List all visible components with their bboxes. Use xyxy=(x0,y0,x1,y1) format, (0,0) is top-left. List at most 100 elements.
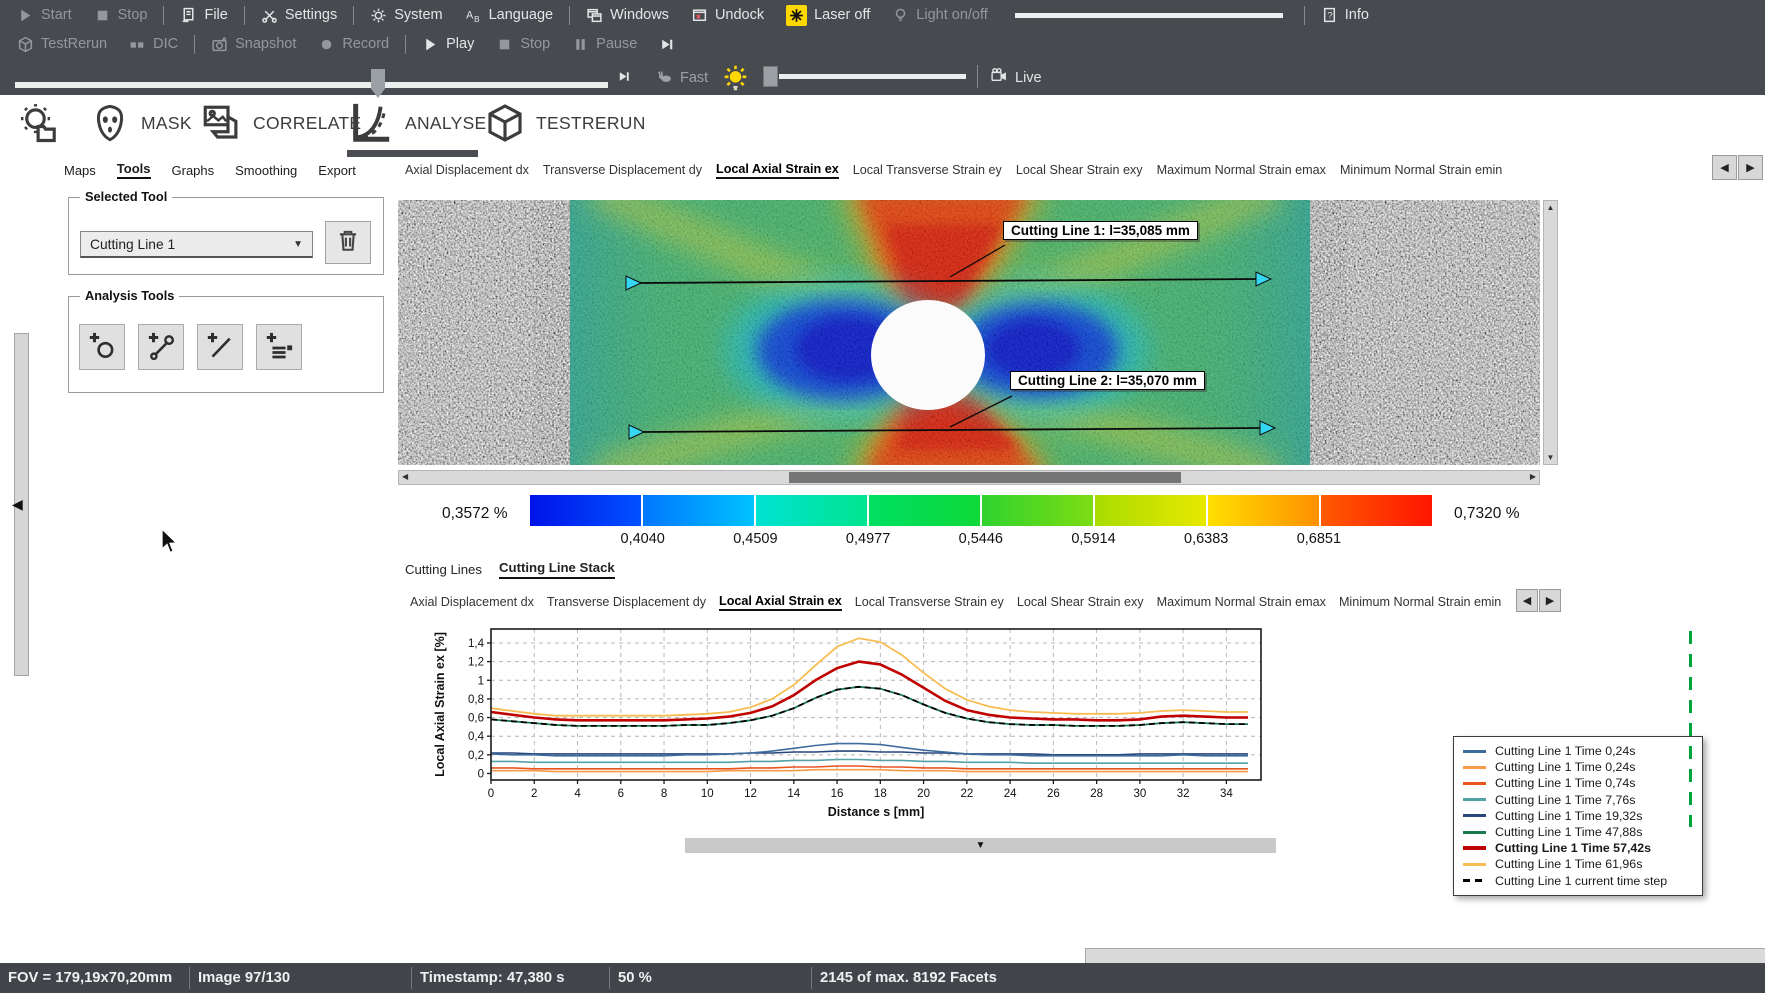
map-tab-maximum-normal-strain-emax[interactable]: Maximum Normal Strain emax xyxy=(1157,163,1326,177)
chart-tab-maximum-normal-strain-emax[interactable]: Maximum Normal Strain emax xyxy=(1157,595,1326,609)
workflow-step-analyse[interactable]: ANALYSE xyxy=(348,100,487,146)
chart-tab-local-axial-strain-ex[interactable]: Local Axial Strain ex xyxy=(719,594,842,611)
step-to-end-icon[interactable] xyxy=(617,68,632,85)
menu-info-button[interactable]: ? Info xyxy=(1310,0,1380,30)
acq-play-button[interactable]: Play xyxy=(411,30,485,58)
bottom-right-scrollbar[interactable] xyxy=(1085,948,1765,963)
chart-tab-local-transverse-strain-ey[interactable]: Local Transverse Strain ey xyxy=(855,595,1004,609)
scale-segment-8 xyxy=(1321,495,1432,526)
chart-tabs-scroll-left-button[interactable]: ◀ xyxy=(1516,589,1538,612)
scroll-up-icon[interactable]: ▲ xyxy=(1547,203,1555,212)
menu-stop-button[interactable]: Stop xyxy=(83,0,159,30)
info-label: Info xyxy=(1344,7,1369,23)
svg-text:34: 34 xyxy=(1220,788,1233,800)
svg-text:16: 16 xyxy=(831,788,844,800)
workflow-step-correlate[interactable]: CORRELATE xyxy=(200,102,361,144)
cutting-line-2-annotation[interactable]: Cutting Line 2: l=35,070 mm xyxy=(1010,371,1205,390)
map-tab-local-transverse-strain-ey[interactable]: Local Transverse Strain ey xyxy=(853,163,1002,177)
tab-export[interactable]: Export xyxy=(318,163,356,178)
menu-light-on-off-button[interactable]: Light on/off xyxy=(881,0,999,30)
selected-tool-dropdown[interactable]: Cutting Line 1 ▼ xyxy=(80,231,313,258)
speed-slider-handle[interactable] xyxy=(763,66,778,87)
play-icon xyxy=(17,7,34,24)
menu-settings-button[interactable]: Settings xyxy=(250,0,348,30)
map-tab-local-axial-strain-ex[interactable]: Local Axial Strain ex xyxy=(716,162,839,179)
add-line-tool-button[interactable] xyxy=(197,324,243,370)
project-button[interactable] xyxy=(18,102,60,144)
map-tabs-scroll-left-button[interactable]: ◀ xyxy=(1712,155,1737,180)
acq-stop2-button[interactable]: Stop xyxy=(485,30,561,58)
timeline-slider[interactable] xyxy=(15,82,608,88)
map-tab-transverse-displacement-dy[interactable]: Transverse Displacement dy xyxy=(543,163,702,177)
light-intensity-slider[interactable] xyxy=(1014,12,1283,18)
chevron-right-icon: ▶ xyxy=(1545,595,1555,607)
live-toggle[interactable]: Live xyxy=(990,67,1042,88)
tab-smoothing[interactable]: Smoothing xyxy=(235,163,297,178)
chart-tab-transverse-displacement-dy[interactable]: Transverse Displacement dy xyxy=(547,595,706,609)
tab-maps[interactable]: Maps xyxy=(64,163,96,178)
chart-scrollbar[interactable]: ▼ xyxy=(685,838,1276,853)
map-tab-minimum-normal-strain-emin[interactable]: Minimum Normal Strain emin xyxy=(1340,163,1502,177)
map-tabs-scroll-right-button[interactable]: ▶ xyxy=(1738,155,1763,180)
tab-cutting-lines[interactable]: Cutting Lines xyxy=(405,562,482,577)
map-vertical-scrollbar[interactable]: ▲ ▼ xyxy=(1543,200,1558,465)
map-tab-local-shear-strain-exy[interactable]: Local Shear Strain exy xyxy=(1016,163,1143,177)
bulb-glow-icon[interactable] xyxy=(722,63,749,92)
scale-tick-label: 0,6851 xyxy=(1296,531,1342,547)
workflow-step-testrerun[interactable]: TESTRERUN xyxy=(485,102,646,144)
timeline-slider-handle[interactable] xyxy=(371,69,385,98)
speed-slider[interactable] xyxy=(779,74,966,79)
movie-camera-icon xyxy=(990,67,1008,88)
gear-icon xyxy=(370,7,387,24)
analyse-label: ANALYSE xyxy=(405,112,487,133)
delete-tool-button[interactable] xyxy=(325,221,371,264)
acq-snapshot-button[interactable]: Snapshot xyxy=(200,30,307,58)
add-point-tool-button[interactable] xyxy=(79,324,125,370)
acq-record-button[interactable]: Record xyxy=(307,30,400,58)
acq-dic-button[interactable]: DIC xyxy=(118,30,189,58)
menu-undock-button[interactable]: Undock xyxy=(680,0,775,30)
strain-map-view[interactable] xyxy=(398,200,1540,465)
status-bar: FOV = 179,19x70,20mm Image 97/130 Timest… xyxy=(0,963,1765,993)
collapse-panel-icon[interactable]: ◀ xyxy=(12,496,23,513)
menu-windows-button[interactable]: Windows xyxy=(575,0,680,30)
scroll-down-icon[interactable]: ▼ xyxy=(1547,453,1555,462)
stop2-label: Stop xyxy=(520,36,551,52)
tab-graphs[interactable]: Graphs xyxy=(172,163,215,178)
chart-tab-axial-displacement-dx[interactable]: Axial Displacement dx xyxy=(410,595,534,609)
scroll-left-icon[interactable]: ◀ xyxy=(402,472,408,481)
add-line-stack-tool-button[interactable] xyxy=(256,324,302,370)
chevron-down-icon: ▼ xyxy=(293,238,303,250)
fast-label: Fast xyxy=(680,69,709,86)
menu-system-button[interactable]: System xyxy=(359,0,453,30)
menu-language-button[interactable]: A B Language xyxy=(454,0,565,30)
workflow-step-mask[interactable]: MASK xyxy=(90,102,192,144)
cutting-line-1-annotation[interactable]: Cutting Line 1: l=35,085 mm xyxy=(1003,221,1198,240)
acq-pause-button[interactable]: Pause xyxy=(561,30,648,58)
add-line-endpoints-icon xyxy=(146,330,176,365)
tab-tools[interactable]: Tools xyxy=(116,161,151,179)
menu-file-button[interactable]: File xyxy=(169,0,238,30)
chart-tab-minimum-normal-strain-emin[interactable]: Minimum Normal Strain emin xyxy=(1339,595,1501,609)
scroll-right-icon[interactable]: ▶ xyxy=(1530,472,1536,481)
acq-testrerun-button[interactable]: TestRerun xyxy=(6,30,118,58)
chart-tabs-scroll-right-button[interactable]: ▶ xyxy=(1539,589,1561,612)
step-icon xyxy=(659,36,676,53)
menu-laser-off-button[interactable]: Laser off xyxy=(775,0,881,30)
tab-cutting-line-stack[interactable]: Cutting Line Stack xyxy=(498,560,615,579)
map-tab-axial-displacement-dx[interactable]: Axial Displacement dx xyxy=(405,163,529,177)
toolbar-separator xyxy=(194,34,196,54)
live-label: Live xyxy=(1015,69,1042,86)
map-scrollbar-thumb[interactable] xyxy=(789,472,1181,483)
mouse-cursor xyxy=(161,528,179,554)
add-line-endpoints-tool-button[interactable] xyxy=(138,324,184,370)
legend-swatch xyxy=(1463,765,1486,769)
record-icon xyxy=(318,36,335,53)
scroll-marker-icon: ▼ xyxy=(975,840,986,851)
chart-tab-local-shear-strain-exy[interactable]: Local Shear Strain exy xyxy=(1017,595,1144,609)
svg-text:A: A xyxy=(466,9,474,21)
acq-step-end-button[interactable] xyxy=(648,30,687,58)
map-horizontal-scrollbar[interactable]: ◀ ▶ xyxy=(398,470,1540,485)
system-label: System xyxy=(394,7,443,23)
menu-start-button[interactable]: Start xyxy=(6,0,83,30)
